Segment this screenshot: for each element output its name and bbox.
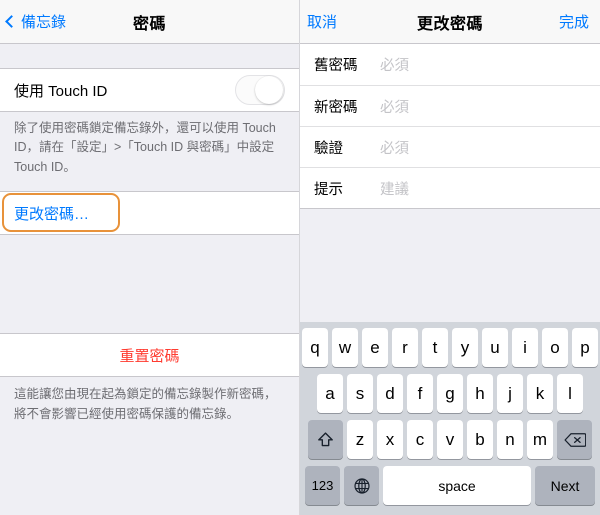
key-x[interactable]: x xyxy=(377,420,403,459)
space-key[interactable]: space xyxy=(383,466,531,505)
key-w[interactable]: w xyxy=(332,328,358,367)
keyboard-row-4: 123 space Next xyxy=(300,466,600,505)
backspace-icon xyxy=(563,432,586,447)
key-c[interactable]: c xyxy=(407,420,433,459)
new-password-input[interactable]: 必須 xyxy=(380,96,409,117)
key-m[interactable]: m xyxy=(527,420,553,459)
key-a[interactable]: a xyxy=(317,374,343,413)
done-button-label: 完成 xyxy=(558,14,589,31)
touch-id-row[interactable]: 使用 Touch ID xyxy=(0,68,299,112)
verify-password-label: 驗證 xyxy=(314,140,343,157)
old-password-row[interactable]: 舊密碼 必須 xyxy=(300,44,600,85)
touch-id-footnote: 除了使用密碼鎖定備忘錄外，還可以使用 Touch ID，請在「設定」>「Touc… xyxy=(14,121,276,174)
key-h[interactable]: h xyxy=(467,374,493,413)
key-d[interactable]: d xyxy=(377,374,403,413)
hint-label: 提示 xyxy=(314,181,343,198)
key-e[interactable]: e xyxy=(362,328,388,367)
backspace-key[interactable] xyxy=(557,420,592,459)
keyboard-row-2: a s d f g h j k l xyxy=(300,374,600,413)
old-password-input[interactable]: 必須 xyxy=(380,54,409,75)
toggle-knob xyxy=(255,76,283,104)
shift-key[interactable] xyxy=(308,420,343,459)
key-u[interactable]: u xyxy=(482,328,508,367)
key-v[interactable]: v xyxy=(437,420,463,459)
dual-screenshot-container: 備忘錄 密碼 使用 Touch ID 除了使用密碼鎖定備忘錄外，還可以使用 To… xyxy=(0,0,600,515)
key-o[interactable]: o xyxy=(542,328,568,367)
globe-key[interactable] xyxy=(344,466,379,505)
change-password-cell[interactable]: 更改密碼… xyxy=(0,191,299,236)
key-q[interactable]: q xyxy=(302,328,328,367)
verify-password-row[interactable]: 驗證 必須 xyxy=(300,126,600,167)
key-y[interactable]: y xyxy=(452,328,478,367)
key-r[interactable]: r xyxy=(392,328,418,367)
key-j[interactable]: j xyxy=(497,374,523,413)
cancel-button[interactable]: 取消 xyxy=(307,11,337,32)
hint-input[interactable]: 建議 xyxy=(380,178,409,199)
notes-password-settings-screen: 備忘錄 密碼 使用 Touch ID 除了使用密碼鎖定備忘錄外，還可以使用 To… xyxy=(0,0,300,515)
globe-icon xyxy=(353,477,370,494)
key-s[interactable]: s xyxy=(347,374,373,413)
touch-id-toggle[interactable] xyxy=(235,75,285,105)
back-button-label: 備忘錄 xyxy=(21,14,67,31)
hint-row[interactable]: 提示 建議 xyxy=(300,167,600,208)
change-password-modal-screen: 取消 更改密碼 完成 舊密碼 必須 新密碼 必須 驗證 必須 提示 建議 q w… xyxy=(300,0,600,515)
new-password-row[interactable]: 新密碼 必須 xyxy=(300,85,600,126)
touch-id-label: 使用 Touch ID xyxy=(14,82,108,100)
key-i[interactable]: i xyxy=(512,328,538,367)
verify-password-input[interactable]: 必須 xyxy=(380,137,409,158)
mid-spacer xyxy=(0,235,299,333)
done-button[interactable]: 完成 xyxy=(559,11,589,32)
key-l[interactable]: l xyxy=(557,374,583,413)
keyboard-row-1: q w e r t y u i o p xyxy=(300,328,600,367)
top-spacer xyxy=(0,44,299,68)
reset-password-footnote: 這能讓您由現在起為鎖定的備忘錄製作新密碼，將不會影響已經使用密碼保護的備忘錄。 xyxy=(14,387,277,421)
chevron-left-icon xyxy=(5,14,18,28)
right-navbar: 取消 更改密碼 完成 xyxy=(300,0,600,44)
numbers-key[interactable]: 123 xyxy=(305,466,340,505)
key-t[interactable]: t xyxy=(422,328,448,367)
cancel-button-label: 取消 xyxy=(307,14,338,31)
form-background-area xyxy=(300,209,600,334)
key-p[interactable]: p xyxy=(572,328,598,367)
left-navbar: 備忘錄 密碼 xyxy=(0,0,299,44)
key-g[interactable]: g xyxy=(437,374,463,413)
modal-title: 更改密碼 xyxy=(416,15,483,33)
spacer-before-change-password xyxy=(0,177,299,191)
software-keyboard: q w e r t y u i o p a s d f g h j k l z … xyxy=(300,322,600,515)
password-form-group: 舊密碼 必須 新密碼 必須 驗證 必須 提示 建議 xyxy=(300,44,600,209)
new-password-label: 新密碼 xyxy=(314,99,358,116)
key-n[interactable]: n xyxy=(497,420,523,459)
shift-icon xyxy=(318,432,333,447)
change-password-label: 更改密碼… xyxy=(14,205,90,223)
reset-password-cell[interactable]: 重置密碼 xyxy=(0,333,299,378)
key-k[interactable]: k xyxy=(527,374,553,413)
key-z[interactable]: z xyxy=(347,420,373,459)
back-button[interactable]: 備忘錄 xyxy=(5,11,67,32)
key-f[interactable]: f xyxy=(407,374,433,413)
old-password-label: 舊密碼 xyxy=(314,58,358,74)
return-key[interactable]: Next xyxy=(535,466,595,505)
key-b[interactable]: b xyxy=(467,420,493,459)
keyboard-row-3: z x c v b n m xyxy=(300,420,600,459)
reset-password-label: 重置密碼 xyxy=(119,347,180,365)
